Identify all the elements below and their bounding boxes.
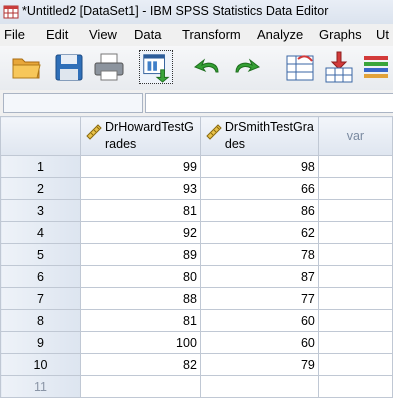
cell-drsmithtestgrades[interactable]: 66 [199,177,319,200]
cell-editor-bar [0,90,393,117]
cell-drhowardtestgrades[interactable]: 89 [80,243,201,266]
cell-drsmithtestgrades[interactable]: 79 [199,353,319,376]
table-row: 7 88 77 [0,287,393,310]
redo-icon[interactable] [230,50,264,84]
cell-drhowardtestgrades[interactable]: 99 [80,155,201,178]
menu-analyze[interactable]: Analyze [257,27,303,42]
table-row: 1 99 98 [0,155,393,178]
table-row: 11 [0,375,393,398]
column-name-line1: DrHowardTestG [105,120,194,134]
menu-utilities[interactable]: Ut [376,27,389,42]
cell-var[interactable] [317,287,393,310]
cell-drsmithtestgrades[interactable]: 62 [199,221,319,244]
column-name-line2: rades [105,137,137,151]
column-name-line2: des [224,137,246,151]
cell-drhowardtestgrades[interactable]: 92 [80,221,201,244]
cell-drhowardtestgrades[interactable]: 88 [80,287,201,310]
column-header-drsmithtestgrades[interactable]: DrSmithTestGra des [199,116,319,156]
window-title: *Untitled2 [DataSet1] - IBM SPSS Statist… [22,4,329,18]
row-number[interactable]: 11 [0,375,81,398]
save-icon[interactable] [52,50,86,84]
table-row: 8 81 60 [0,309,393,332]
menu-data[interactable]: Data [134,27,161,42]
menu-bar: File Edit View Data Transform Analyze Gr… [0,24,393,47]
cell-var[interactable] [317,177,393,200]
cell-drsmithtestgrades[interactable]: 60 [199,331,319,354]
grid-corner[interactable] [0,116,81,156]
data-grid: DrHowardTestG rades DrSmithTestGra des v… [0,116,393,398]
undo-icon[interactable] [190,50,224,84]
table-row: 3 81 86 [0,199,393,222]
row-number[interactable]: 10 [0,353,81,376]
cell-var[interactable] [317,375,393,398]
column-name-line1: DrSmithTestGra [224,120,314,134]
recall-dialog-icon[interactable] [139,50,173,84]
row-number[interactable]: 5 [0,243,81,266]
toolbar [0,46,393,91]
cell-reference-box[interactable] [3,93,143,113]
cell-drsmithtestgrades[interactable]: 78 [199,243,319,266]
row-number[interactable]: 4 [0,221,81,244]
row-number[interactable]: 8 [0,309,81,332]
row-number[interactable]: 3 [0,199,81,222]
cell-var[interactable] [317,331,393,354]
cell-drhowardtestgrades[interactable] [80,375,201,398]
row-number[interactable]: 9 [0,331,81,354]
cell-var[interactable] [317,221,393,244]
goto-case-icon[interactable] [284,50,318,84]
cell-drhowardtestgrades[interactable]: 82 [80,353,201,376]
column-header-var[interactable]: var [317,116,393,156]
table-row: 6 80 87 [0,265,393,288]
row-number[interactable]: 1 [0,155,81,178]
cell-var[interactable] [317,199,393,222]
cell-drsmithtestgrades[interactable]: 98 [199,155,319,178]
table-row: 4 92 62 [0,221,393,244]
menu-view[interactable]: View [89,27,117,42]
menu-graphs[interactable]: Graphs [319,27,362,42]
cell-drhowardtestgrades[interactable]: 81 [80,309,201,332]
spss-app-icon [3,5,19,19]
cell-drsmithtestgrades[interactable]: 87 [199,265,319,288]
cell-var[interactable] [317,265,393,288]
cell-var[interactable] [317,243,393,266]
print-icon[interactable] [92,50,126,84]
scale-measure-icon [206,124,222,140]
cell-drsmithtestgrades[interactable]: 60 [199,309,319,332]
row-number[interactable]: 7 [0,287,81,310]
menu-edit[interactable]: Edit [46,27,68,42]
cell-drsmithtestgrades[interactable]: 86 [199,199,319,222]
row-number[interactable]: 6 [0,265,81,288]
cell-var[interactable] [317,309,393,332]
table-row: 10 82 79 [0,353,393,376]
title-bar: *Untitled2 [DataSet1] - IBM SPSS Statist… [0,0,393,25]
cell-drhowardtestgrades[interactable]: 81 [80,199,201,222]
column-header-drhowardtestgrades[interactable]: DrHowardTestG rades [80,116,201,156]
cell-drhowardtestgrades[interactable]: 93 [80,177,201,200]
cell-value-field[interactable] [145,93,393,113]
menu-file[interactable]: File [4,27,25,42]
table-row: 9 100 60 [0,331,393,354]
variables-icon[interactable] [362,50,393,84]
cell-var[interactable] [317,353,393,376]
menu-transform[interactable]: Transform [182,27,241,42]
open-folder-icon[interactable] [10,50,44,84]
cell-drhowardtestgrades[interactable]: 100 [80,331,201,354]
table-row: 2 93 66 [0,177,393,200]
scale-measure-icon [86,124,102,140]
cell-drsmithtestgrades[interactable] [199,375,319,398]
insert-variable-icon[interactable] [322,50,356,84]
table-row: 5 89 78 [0,243,393,266]
cell-var[interactable] [317,155,393,178]
cell-drsmithtestgrades[interactable]: 77 [199,287,319,310]
cell-drhowardtestgrades[interactable]: 80 [80,265,201,288]
row-number[interactable]: 2 [0,177,81,200]
